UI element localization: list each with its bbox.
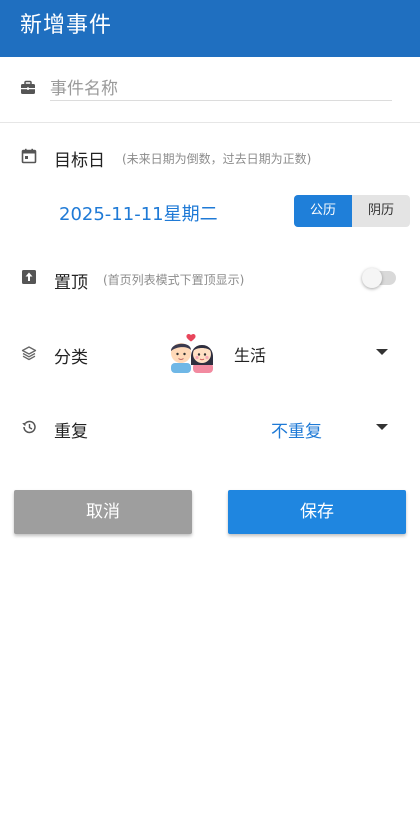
calendar-option-lunar[interactable]: 阴历 bbox=[352, 195, 410, 227]
pin-top-switch[interactable] bbox=[362, 268, 396, 288]
repeat-value[interactable]: 不重复 bbox=[271, 417, 322, 442]
pin-top-hint: (首页列表模式下置顶显示) bbox=[103, 273, 245, 287]
switch-knob bbox=[362, 268, 382, 288]
event-name-input[interactable] bbox=[50, 78, 392, 101]
chevron-down-icon[interactable] bbox=[376, 349, 388, 355]
target-date-label: 目标日 bbox=[54, 151, 105, 171]
category-value[interactable]: 生活 bbox=[234, 342, 266, 366]
app-bar: 新增事件 bbox=[0, 0, 420, 57]
divider bbox=[0, 122, 420, 123]
category-label: 分类 bbox=[54, 348, 88, 368]
target-date-value[interactable]: 2025-11-11星期二 bbox=[59, 200, 218, 226]
target-date-hint: (未来日期为倒数，过去日期为正数) bbox=[122, 152, 312, 166]
cancel-button[interactable]: 取消 bbox=[14, 490, 192, 534]
repeat-label: 重复 bbox=[54, 422, 88, 442]
pin-top-label: 置顶 bbox=[54, 273, 88, 293]
calendar-icon bbox=[21, 148, 37, 164]
layers-icon bbox=[21, 345, 37, 361]
save-button[interactable]: 保存 bbox=[228, 490, 406, 534]
page-title: 新增事件 bbox=[20, 13, 113, 38]
chevron-down-icon[interactable] bbox=[376, 424, 388, 430]
calendar-type-toggle: 公历 阴历 bbox=[294, 195, 410, 227]
history-icon bbox=[21, 419, 37, 435]
briefcase-icon bbox=[20, 80, 36, 96]
calendar-option-solar[interactable]: 公历 bbox=[294, 195, 352, 227]
couple-emoji-icon[interactable] bbox=[167, 333, 217, 373]
pin-top-icon bbox=[21, 269, 37, 285]
